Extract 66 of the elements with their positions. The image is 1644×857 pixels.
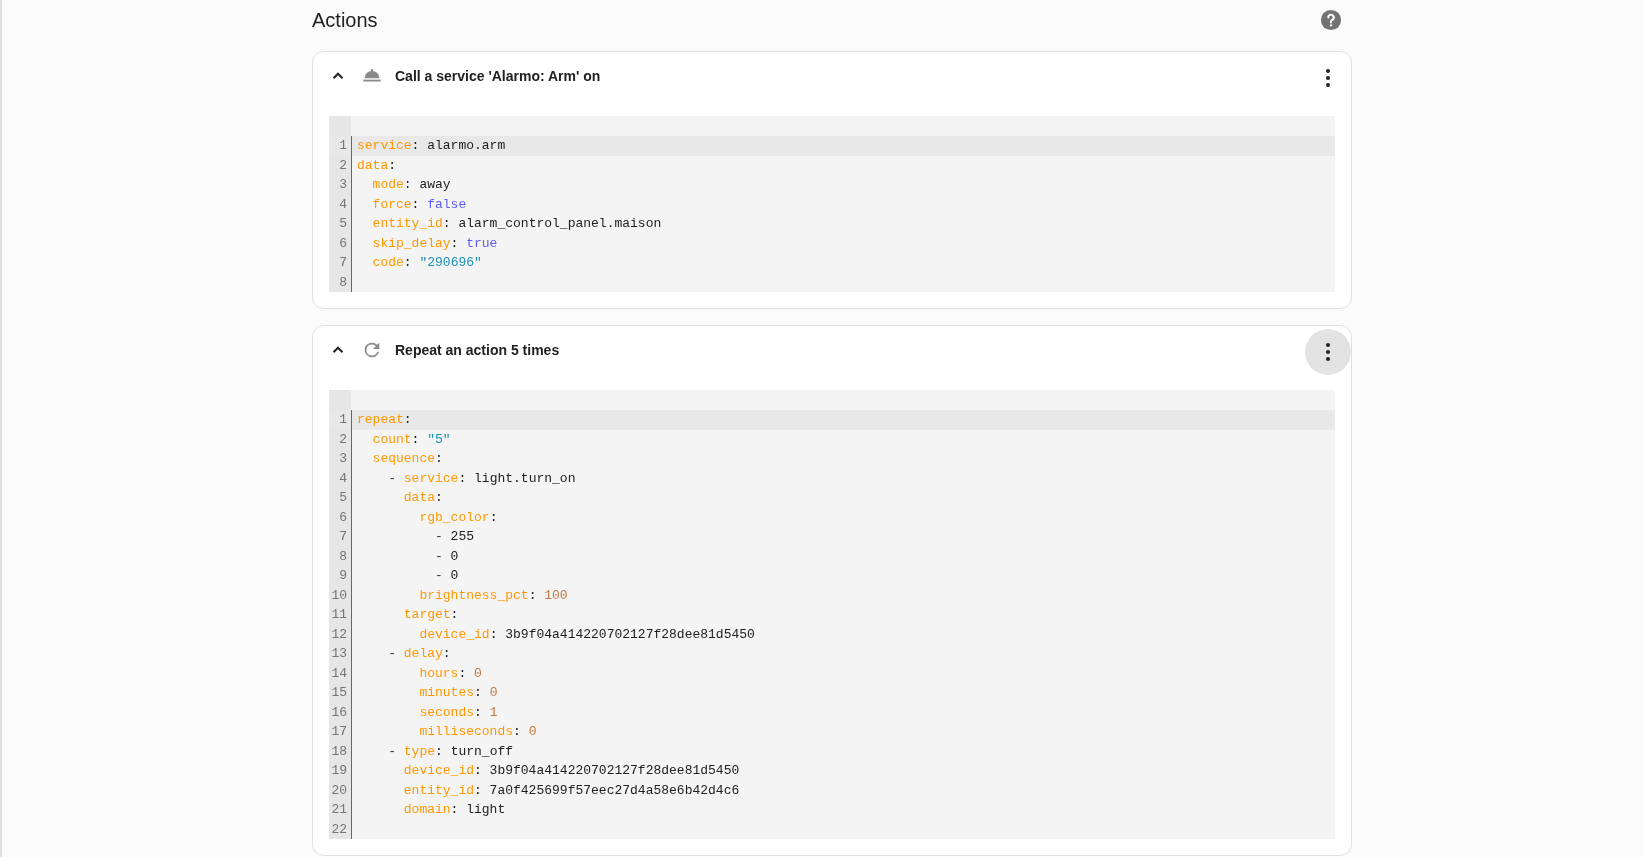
code-line: count: "5" (371, 431, 451, 447)
line-number: 2 (329, 155, 352, 175)
line-number: 6 (329, 233, 352, 253)
section-title: Actions (312, 8, 378, 32)
action-title: Call a service 'Alarmo: Arm' on (395, 68, 602, 84)
line-number: 5 (329, 214, 352, 234)
line-number: 11 (329, 605, 352, 625)
line-number: 3 (329, 175, 352, 195)
line-number: 10 (329, 585, 352, 605)
code-line: domain: light (402, 802, 506, 818)
code-line: brightness_pct: 100 (418, 587, 568, 603)
code-line: data: (402, 490, 443, 506)
line-number: 4 (329, 468, 352, 488)
line-number: 13 (329, 644, 352, 664)
line-number: 16 (329, 702, 352, 722)
line-number: 15 (329, 683, 352, 703)
code-line: device_id: 3b9f04a414220702127f28dee81d5450 (418, 626, 755, 642)
line-number: 21 (329, 800, 352, 820)
line-number: 4 (329, 194, 352, 214)
help-icon[interactable] (1320, 9, 1342, 31)
line-number: 14 (329, 663, 352, 683)
line-number: 2 (329, 429, 352, 449)
code-line: entity_id: alarm_control_panel.maison (371, 216, 662, 232)
code-line: - type: turn_off (387, 743, 514, 759)
code-line: skip_delay: true (371, 235, 498, 251)
code-line: data: (357, 157, 397, 173)
code-line: hours: 0 (418, 665, 482, 681)
code-line: service: alarmo.arm (357, 138, 506, 154)
line-number: 7 (329, 527, 352, 547)
line-number: 7 (329, 253, 352, 273)
code-line: - service: light.turn_on (387, 470, 576, 486)
more-vertical-icon (1326, 69, 1330, 87)
code-editor[interactable]: 1 service: alarmo.arm 2 data: 3 mode: away 4 force: false 5 entity_id: alarm_control_panel.maison 6 skip_delay: true 7 code: "290696" 8 (329, 116, 1335, 292)
line-number: 9 (329, 566, 352, 586)
more-menu-button[interactable] (1305, 329, 1351, 375)
line-number: 3 (329, 449, 352, 469)
line-number: 20 (329, 780, 352, 800)
code-line: rgb_color: (418, 509, 498, 525)
code-line: target: (402, 607, 459, 623)
code-line: minutes: 0 (418, 685, 498, 701)
action-title: Repeat an action 5 times (395, 342, 561, 358)
code-line: - 0 (434, 548, 459, 564)
line-number: 12 (329, 624, 352, 644)
code-line: repeat: (357, 412, 412, 428)
code-line: mode: away (371, 177, 451, 193)
code-line: seconds: 1 (418, 704, 498, 720)
code-line: - delay: (387, 646, 451, 662)
code-line: - 0 (434, 568, 459, 584)
code-line: entity_id: 7a0f425699f57eec27d4a58e6b42d4c6 (402, 782, 740, 798)
line-number: 5 (329, 488, 352, 508)
line-number: 1 (329, 136, 352, 156)
line-number: 17 (329, 722, 352, 742)
line-number: 18 (329, 741, 352, 761)
line-number: 6 (329, 507, 352, 527)
code-line: - 255 (434, 529, 474, 545)
line-number: 1 (329, 410, 352, 430)
line-number: 22 (329, 819, 352, 839)
code-line: sequence: (371, 451, 443, 467)
code-line: milliseconds: 0 (418, 724, 537, 740)
code-line: force: false (371, 196, 467, 212)
line-number: 8 (329, 272, 352, 292)
line-number: 8 (329, 546, 352, 566)
code-line: code: "290696" (371, 255, 482, 271)
more-vertical-icon (1326, 343, 1330, 361)
code-line: device_id: 3b9f04a414220702127f28dee81d5450 (402, 763, 740, 779)
line-number: 19 (329, 761, 352, 781)
